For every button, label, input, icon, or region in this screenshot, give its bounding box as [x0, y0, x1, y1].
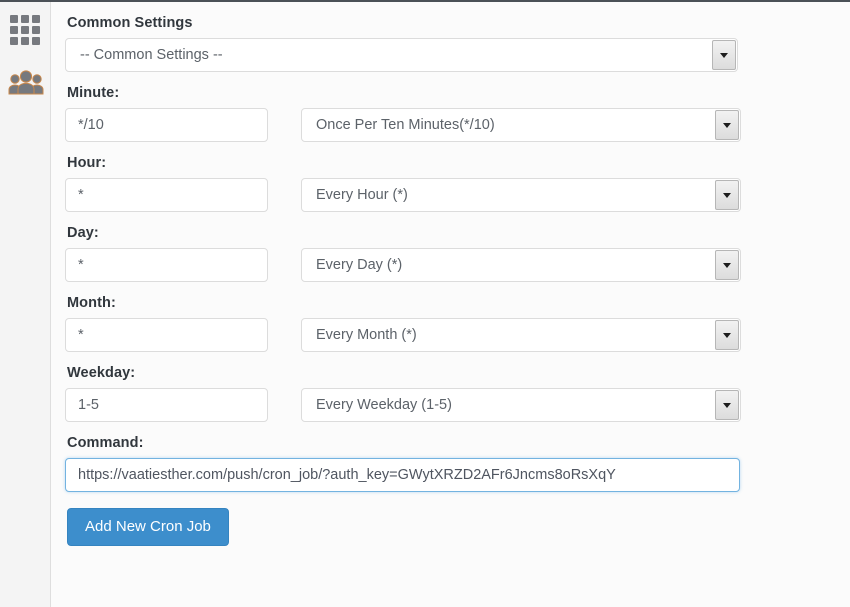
day-preset-select[interactable]: Every Day (*): [301, 248, 741, 282]
hour-preset-wrap: Every Hour (*): [301, 178, 741, 212]
weekday-label: Weekday:: [67, 365, 136, 381]
sidebar-item-users[interactable]: [0, 58, 51, 108]
cron-form: Common Settings -- Common Settings -- Mi…: [51, 2, 850, 607]
hour-group: Hour: Every Hour (*): [65, 155, 850, 212]
weekday-preset-wrap: Every Weekday (1-5): [301, 388, 741, 422]
command-label: Command:: [67, 435, 144, 451]
minute-row: Once Per Ten Minutes(*/10): [65, 108, 850, 142]
month-group: Month: Every Month (*): [65, 295, 850, 352]
users-icon: [8, 70, 44, 96]
sidebar-item-dashboard[interactable]: [0, 6, 51, 56]
minute-preset-wrap: Once Per Ten Minutes(*/10): [301, 108, 741, 142]
hour-row: Every Hour (*): [65, 178, 850, 212]
minute-preset-select[interactable]: Once Per Ten Minutes(*/10): [301, 108, 741, 142]
weekday-group: Weekday: Every Weekday (1-5): [65, 365, 850, 422]
hour-label: Hour:: [67, 155, 107, 171]
month-preset-wrap: Every Month (*): [301, 318, 741, 352]
command-group: Command:: [65, 435, 850, 492]
hour-preset-select[interactable]: Every Hour (*): [301, 178, 741, 212]
common-settings-group: Common Settings -- Common Settings --: [65, 15, 850, 72]
month-label: Month:: [67, 295, 116, 311]
day-preset-wrap: Every Day (*): [301, 248, 741, 282]
weekday-preset-select[interactable]: Every Weekday (1-5): [301, 388, 741, 422]
command-input[interactable]: [65, 458, 740, 492]
sidebar: [0, 2, 51, 607]
add-new-cron-job-button[interactable]: Add New Cron Job: [67, 508, 229, 546]
cron-job-editor-window: Common Settings -- Common Settings -- Mi…: [0, 0, 850, 607]
common-settings-label: Common Settings: [67, 15, 193, 31]
minute-input[interactable]: [65, 108, 268, 142]
day-input[interactable]: [65, 248, 268, 282]
month-row: Every Month (*): [65, 318, 850, 352]
month-input[interactable]: [65, 318, 268, 352]
common-settings-select-wrap: -- Common Settings --: [65, 38, 738, 72]
minute-label: Minute:: [67, 85, 120, 101]
grid-icon: [9, 15, 42, 47]
day-row: Every Day (*): [65, 248, 850, 282]
weekday-row: Every Weekday (1-5): [65, 388, 850, 422]
weekday-input[interactable]: [65, 388, 268, 422]
minute-group: Minute: Once Per Ten Minutes(*/10): [65, 85, 850, 142]
hour-input[interactable]: [65, 178, 268, 212]
day-group: Day: Every Day (*): [65, 225, 850, 282]
day-label: Day:: [67, 225, 99, 241]
common-settings-select[interactable]: -- Common Settings --: [65, 38, 738, 72]
month-preset-select[interactable]: Every Month (*): [301, 318, 741, 352]
